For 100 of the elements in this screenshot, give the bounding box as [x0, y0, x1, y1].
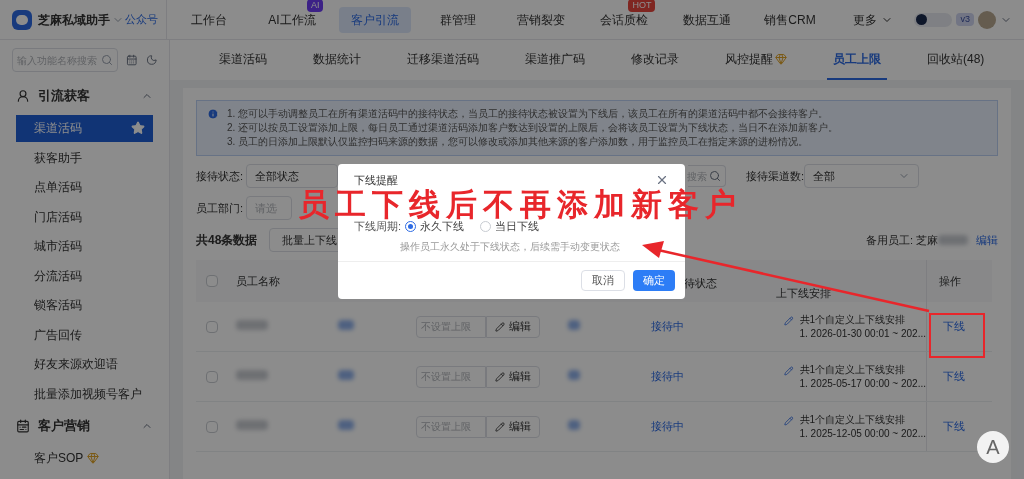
schedule-title: 共1个自定义上下线安排	[799, 312, 907, 327]
edit-button[interactable]: 编辑	[486, 315, 540, 338]
sidebar-item[interactable]: 锁客活码	[16, 291, 153, 319]
sidebar-item[interactable]: 城市活码	[16, 232, 153, 260]
sidebar-group-title[interactable]: 引流获客	[38, 86, 90, 106]
column-header: 员工名称	[236, 274, 280, 287]
user-icon	[16, 89, 30, 103]
blurred-text	[236, 420, 268, 431]
checkbox[interactable]	[206, 320, 218, 333]
sidebar-group-title[interactable]: 客户营销	[38, 415, 90, 436]
blurred-text	[338, 320, 354, 331]
pencil-icon[interactable]	[784, 415, 794, 426]
edit-link[interactable]: 编辑	[976, 231, 998, 249]
field-label: 下线周期:	[354, 220, 402, 234]
close-icon[interactable]	[655, 173, 669, 187]
sidebar-item[interactable]: 点单活码	[16, 173, 153, 201]
pencil-icon	[495, 321, 505, 332]
status-text: 接待中	[650, 319, 685, 335]
status-text: 接待中	[650, 369, 685, 385]
blurred-text	[568, 420, 580, 431]
schedule-title: 共1个自定义上下线安排	[799, 362, 907, 377]
filter-label: 员工部门:	[196, 200, 245, 216]
sidebar-item[interactable]: 好友来源欢迎语	[16, 350, 153, 378]
offline-link[interactable]: 下线	[943, 318, 965, 335]
avatar[interactable]	[978, 10, 996, 29]
sidebar-item[interactable]: 门店活码	[16, 203, 153, 230]
nav-badge: AI	[306, 0, 324, 12]
nav-tab[interactable]: 更多	[841, 6, 905, 33]
pencil-icon[interactable]	[784, 365, 794, 376]
annotation-text: 员工下线后不再添加新客户	[298, 189, 742, 221]
filter-label: 接待渠道数:	[746, 168, 804, 184]
sub-tab[interactable]: 数据统计	[307, 40, 367, 80]
edit-button[interactable]: 编辑	[486, 415, 540, 438]
blurred-text	[338, 370, 354, 381]
sub-tab[interactable]: 修改记录	[625, 40, 685, 80]
pencil-icon[interactable]	[784, 315, 794, 326]
blurred-text	[938, 235, 968, 245]
total-count: 共48条数据	[196, 232, 258, 249]
sub-tab[interactable]: 渠道活码	[213, 40, 273, 80]
backup-staff-label: 备用员工: 芝麻	[865, 232, 938, 248]
pencil-icon	[495, 421, 505, 432]
sidebar-item[interactable]: 分流活码	[16, 262, 153, 289]
modal-title: 下线提醒	[354, 172, 398, 188]
brand-name: 芝麻私域助手	[38, 11, 110, 29]
info-icon	[207, 108, 219, 120]
checkbox[interactable]	[206, 275, 218, 287]
pencil-icon	[495, 371, 505, 382]
chat-logo-icon	[12, 9, 32, 30]
sidebar-item[interactable]: 客户SOP	[16, 444, 153, 471]
enterprise-logo-icon	[914, 12, 953, 27]
blurred-text	[338, 420, 354, 431]
sub-tab[interactable]: 渠道推广码	[519, 40, 591, 80]
schedule-detail: 1. 2025-05-17 00:00 ~ 202...	[799, 376, 926, 391]
schedule-detail: 1. 2026-01-30 00:01 ~ 202...	[799, 326, 926, 341]
nav-tab[interactable]: 销售CRM	[752, 6, 828, 33]
notice-text: 3. 员工的日添加上限默认仅监控扫码来源的数据，您可以修改或添加其他来源的客户添加数，用于监控员工在指定来源的进粉情况。	[227, 135, 810, 149]
nav-tab[interactable]: 客户引流	[339, 6, 411, 33]
channels-select[interactable]: 全部	[804, 164, 919, 188]
filter-label: 接待状态:	[196, 168, 245, 184]
offline-link[interactable]: 下线	[943, 368, 965, 385]
sub-tab[interactable]: 回收站(48)	[921, 40, 991, 80]
blurred-text	[236, 320, 268, 331]
cancel-button[interactable]: 取消	[581, 270, 625, 291]
moon-icon[interactable]	[145, 53, 157, 67]
search-icon	[101, 54, 113, 66]
hint-text: 操作员工永久处于下线状态，后续需手动变更状态	[400, 239, 620, 254]
status-select[interactable]: 全部状态	[246, 164, 338, 188]
gem-icon	[775, 53, 787, 65]
account-link[interactable]: 公众号	[125, 11, 159, 28]
sidebar-item[interactable]: 渠道活码	[16, 114, 153, 142]
schedule-title: 共1个自定义上下线安排	[799, 412, 907, 427]
sub-tab[interactable]: 迁移渠道活码	[401, 40, 485, 80]
notice-text: 1. 您可以手动调整员工在所有渠道活码中的接待状态，当员工的接待状态被设置为下线后，该员工在所有的渠道活码中都不会接待客户。	[227, 107, 830, 121]
version-badge: v3	[956, 12, 974, 27]
nav-tab[interactable]: 营销裂变	[505, 6, 577, 33]
blurred-text	[568, 320, 580, 331]
calendar-icon[interactable]	[126, 53, 138, 67]
sub-tab[interactable]: 员工上限	[827, 40, 887, 80]
notice-text: 2. 还可以按员工设置添加上限，每日员工通过渠道活码添加客户数达到设置的上限后，会将该员工设置为下线状态，当日不在添加新客户。	[227, 121, 839, 135]
calendar-icon	[16, 418, 30, 433]
sidebar-item[interactable]: 获客助手	[16, 144, 153, 171]
sidebar-item[interactable]: 广告回传	[16, 321, 153, 348]
column-header: 上下线安排	[776, 287, 831, 300]
nav-badge: HOT	[628, 0, 656, 12]
gem-icon	[87, 451, 100, 464]
checkbox[interactable]	[206, 370, 218, 383]
status-text: 接待中	[650, 419, 685, 435]
nav-tab[interactable]: 数据互通	[671, 6, 743, 33]
nav-tab[interactable]: 工作台	[179, 6, 239, 33]
sub-tab[interactable]: 风控提醒	[719, 40, 793, 80]
search-icon	[709, 170, 721, 182]
checkbox[interactable]	[206, 420, 218, 433]
offline-link[interactable]: 下线	[943, 418, 965, 435]
highlight-box	[929, 313, 985, 358]
sidebar-item[interactable]: 批量添加视频号客户	[16, 380, 153, 407]
edit-button[interactable]: 编辑	[486, 365, 540, 388]
blurred-text	[568, 370, 580, 381]
nav-tab[interactable]: 群管理	[428, 6, 488, 33]
star-icon[interactable]	[131, 121, 145, 135]
confirm-button[interactable]: 确定	[633, 270, 675, 291]
